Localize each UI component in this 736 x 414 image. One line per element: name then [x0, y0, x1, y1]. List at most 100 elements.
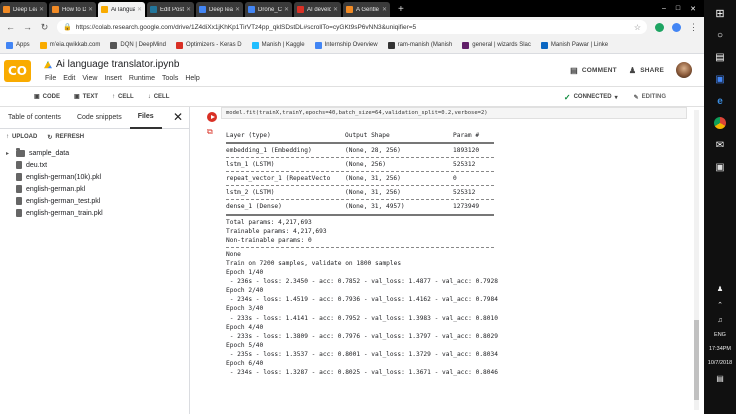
back-icon[interactable]: ←: [6, 22, 15, 32]
file-item[interactable]: english-german.pkl: [6, 183, 189, 195]
output-icon[interactable]: ⧉: [207, 127, 213, 137]
browser-tab[interactable]: How to Deve✕: [49, 2, 96, 17]
extension-icon[interactable]: [655, 22, 664, 32]
menu-item-file[interactable]: File: [45, 75, 56, 82]
windows-start-icon[interactable]: ⊞: [709, 4, 731, 22]
close-tab-icon[interactable]: ✕: [137, 6, 142, 13]
tab-table-of-contents[interactable]: Table of contents: [0, 107, 69, 129]
epoch-label: Epoch 6/40: [226, 359, 264, 367]
menu-item-tools[interactable]: Tools: [162, 75, 178, 82]
notifications-icon[interactable]: ▤: [716, 374, 724, 383]
close-tab-icon[interactable]: ✕: [284, 6, 289, 13]
extension-icon[interactable]: [672, 22, 681, 32]
browser-tab[interactable]: AI developm✕: [294, 2, 341, 17]
volume-icon[interactable]: ♫: [717, 317, 722, 324]
edge-icon[interactable]: e: [709, 92, 731, 110]
layer-shape: (None, 31, 256): [345, 175, 401, 183]
browser-tab[interactable]: Ai language✕: [98, 2, 145, 17]
add-code-label: CODE: [42, 93, 61, 100]
close-tab-icon[interactable]: ✕: [382, 6, 387, 13]
new-tab-button[interactable]: +: [398, 2, 404, 17]
favicon-icon: [101, 6, 108, 13]
bookmark-item[interactable]: ram-manish (Manish: [387, 41, 452, 49]
move-cell-up-button[interactable]: ↑ CELL: [112, 94, 134, 100]
add-text-button[interactable]: ▣ TEXT: [74, 93, 98, 101]
clock-time[interactable]: 17:34PM: [709, 346, 731, 352]
check-icon: ✓: [563, 92, 571, 102]
upload-button[interactable]: ↑ UPLOAD: [6, 134, 37, 140]
system-tray: ♟ ⌃ ♫ ENG 17:34PM 10/7/2018 ▤: [704, 285, 736, 383]
file-name: deu.txt: [26, 161, 48, 169]
layer-params: 525312: [453, 189, 476, 197]
comment-button[interactable]: ▤ COMMENT: [570, 66, 617, 75]
people-icon[interactable]: ♟: [717, 285, 723, 293]
header-actions: ▤ COMMENT ♟ SHARE: [570, 62, 692, 78]
minimize-button[interactable]: –: [662, 5, 666, 12]
move-cell-down-button[interactable]: ↓ CELL: [148, 94, 170, 100]
add-code-button[interactable]: ▣ CODE: [34, 93, 61, 101]
caret-right-icon[interactable]: ▸: [6, 150, 12, 157]
run-cell-button[interactable]: [207, 112, 217, 122]
maximize-button[interactable]: □: [676, 5, 680, 12]
file-item[interactable]: deu.txt: [6, 159, 189, 171]
task-view-icon[interactable]: ▤: [709, 48, 731, 66]
avatar[interactable]: [676, 62, 692, 78]
bookmark-label: Manish Pawar | Linke: [550, 42, 609, 48]
tab-code-snippets[interactable]: Code snippets: [69, 107, 130, 129]
share-button[interactable]: ♟ SHARE: [629, 66, 664, 75]
file-item[interactable]: english-german_train.pkl: [6, 207, 189, 219]
menu-item-help[interactable]: Help: [185, 75, 199, 82]
browser-tab[interactable]: A Gentle Intr✕: [343, 2, 390, 17]
search-icon[interactable]: ○: [709, 26, 731, 44]
notebook-title[interactable]: Ai language translator.ipynb: [56, 59, 179, 70]
forward-icon[interactable]: →: [23, 22, 32, 32]
connected-status-button[interactable]: ✓ CONNECTED ▾: [564, 93, 618, 102]
code-editor[interactable]: model.fit(trainX,trainY,epochs=40,batch_…: [221, 107, 687, 119]
bookmark-item[interactable]: Manish | Kaggle: [251, 41, 305, 49]
bookmark-item[interactable]: Manish Pawar | Linke: [540, 41, 609, 49]
close-tab-icon[interactable]: ✕: [39, 6, 44, 13]
store-icon[interactable]: ▣: [709, 70, 731, 88]
refresh-button[interactable]: ↻ REFRESH: [47, 134, 84, 141]
chevron-up-icon[interactable]: ⌃: [717, 301, 723, 309]
shopping-bag-icon[interactable]: ▣: [709, 158, 731, 176]
bookmark-item[interactable]: Optimizers - Keras D: [175, 41, 242, 49]
browser-tab[interactable]: Deep learnin✕: [196, 2, 243, 17]
chrome-icon[interactable]: [709, 114, 731, 132]
close-tab-icon[interactable]: ✕: [333, 6, 338, 13]
editing-mode-button[interactable]: ✎ EDITING: [634, 94, 666, 101]
browser-tab[interactable]: Drone_Comp✕: [245, 2, 292, 17]
bookmark-item[interactable]: DQN | DeepMind: [110, 41, 166, 49]
close-tab-icon[interactable]: ✕: [235, 6, 240, 13]
scrollbar-thumb[interactable]: [694, 320, 699, 400]
menu-item-view[interactable]: View: [82, 75, 97, 82]
cell-down-label: CELL: [153, 93, 170, 100]
file-item[interactable]: english-german(10k).pkl: [6, 171, 189, 183]
reload-icon[interactable]: ↻: [40, 22, 49, 33]
tab-files[interactable]: Files: [129, 107, 162, 129]
close-window-button[interactable]: ✕: [690, 5, 696, 13]
menu-item-insert[interactable]: Insert: [104, 75, 122, 82]
bookmark-item[interactable]: Apps: [6, 41, 30, 49]
epoch-label: Epoch 4/40: [226, 323, 264, 331]
language-indicator[interactable]: ENG: [714, 332, 726, 338]
file-item[interactable]: english-german_test.pkl: [6, 195, 189, 207]
scrollbar[interactable]: [694, 110, 699, 410]
folder-item[interactable]: ▸ sample_data: [6, 147, 189, 159]
colab-logo[interactable]: CO: [4, 60, 31, 82]
bookmark-item[interactable]: general | wizards Slac: [462, 41, 531, 49]
bookmark-item[interactable]: m’eia.qwikkab.com: [39, 41, 100, 49]
none-output: None: [226, 250, 241, 258]
menu-item-edit[interactable]: Edit: [63, 75, 75, 82]
browser-tab[interactable]: Edit Post ‹ Ni✕: [147, 2, 194, 17]
close-tab-icon[interactable]: ✕: [186, 6, 191, 13]
mail-icon[interactable]: ✉: [709, 136, 731, 154]
browser-tab[interactable]: Deep Learni✕: [0, 2, 47, 17]
menu-item-runtime[interactable]: Runtime: [129, 75, 155, 82]
close-icon[interactable]: ✕: [173, 110, 183, 124]
address-bar[interactable]: 🔒 https://colab.research.google.com/driv…: [57, 20, 647, 34]
close-tab-icon[interactable]: ✕: [88, 6, 93, 13]
bookmark-star-icon[interactable]: ☆: [634, 23, 641, 32]
kebab-menu-icon[interactable]: ⋮: [689, 22, 698, 33]
bookmark-item[interactable]: Internship Overview: [314, 41, 378, 49]
